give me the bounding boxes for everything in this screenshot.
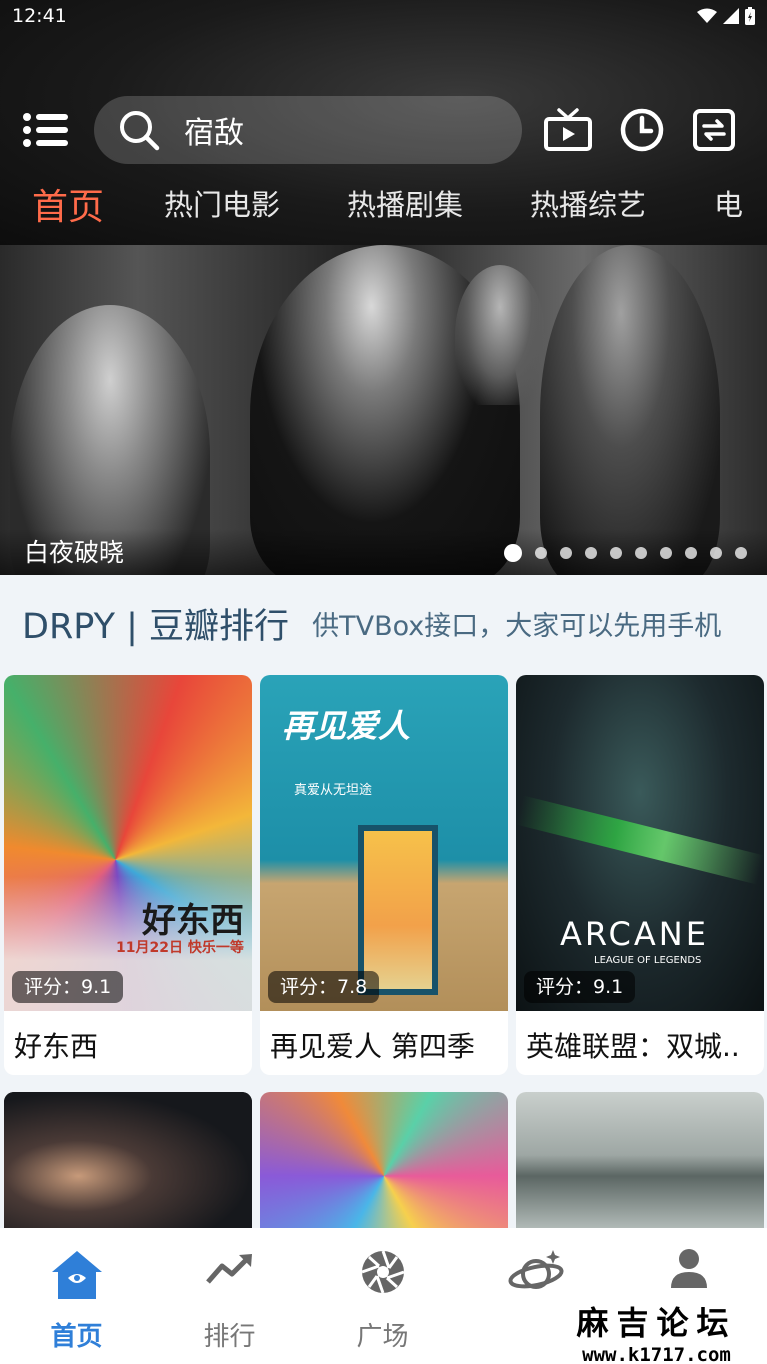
- card-title: 再见爱人 第四季: [270, 1030, 475, 1063]
- poster-image: [516, 1092, 764, 1232]
- banner-figure-bg: [455, 265, 545, 405]
- nav-square[interactable]: 广场: [306, 1228, 459, 1364]
- section-notice: 供TVBox接口，大家可以先用手机: [312, 611, 722, 642]
- movie-card[interactable]: 再见爱人 真爱从无坦途 评分：7.8 再见爱人 第四季: [260, 675, 508, 1075]
- poster-subtitle-text: 真爱从无坦途: [294, 783, 373, 798]
- tab-more[interactable]: 电: [714, 182, 743, 224]
- tab-movies[interactable]: 热门电影: [164, 182, 280, 224]
- carousel-dot[interactable]: [535, 547, 547, 559]
- status-icons: [697, 7, 755, 25]
- poster-image: 好东西 11月22日 快乐一等: [4, 675, 252, 1011]
- carousel-dot[interactable]: [685, 547, 697, 559]
- menu-button[interactable]: [22, 112, 70, 148]
- banner-carousel[interactable]: 白夜破晓: [0, 245, 767, 575]
- poster-image: [260, 1092, 508, 1232]
- clock-icon: [620, 108, 664, 152]
- tv-icon: [544, 108, 592, 151]
- battery-icon: [745, 7, 755, 25]
- carousel-dot[interactable]: [560, 547, 572, 559]
- rating-badge: 评分：7.8: [268, 971, 380, 1003]
- search-bar[interactable]: 宿敌: [94, 96, 522, 164]
- history-button[interactable]: [616, 104, 668, 156]
- search-query[interactable]: 宿敌: [184, 108, 244, 152]
- poster-image: 再见爱人 真爱从无坦途: [260, 675, 508, 1011]
- nav-home[interactable]: 首页: [0, 1228, 153, 1364]
- nav-label: 首页: [50, 1322, 103, 1352]
- tab-series[interactable]: 热播剧集: [347, 182, 463, 224]
- poster-title-text: 好东西: [142, 901, 244, 941]
- movie-card[interactable]: [4, 1092, 252, 1232]
- nav-label: 广场: [356, 1322, 409, 1352]
- status-time: 12:41: [12, 5, 67, 27]
- card-title: 好东西: [14, 1030, 99, 1063]
- top-header: 12:41 宿敌 首页 热门电影 热播剧集 热播综艺 电: [0, 0, 767, 245]
- banner-figure-right: [540, 245, 720, 575]
- carousel-dot[interactable]: [504, 544, 522, 562]
- section-title: DRPY | 豆瓣排行: [22, 607, 290, 647]
- carousel-dot[interactable]: [735, 547, 747, 559]
- poster-image: [4, 1092, 252, 1232]
- carousel-dot[interactable]: [635, 547, 647, 559]
- category-tabs: 首页 热门电影 热播剧集 热播综艺 电: [0, 172, 767, 236]
- live-tv-button[interactable]: [542, 104, 594, 156]
- poster-title-text: 再见爱人: [282, 707, 411, 745]
- swap-icon: [693, 109, 735, 151]
- carousel-dot[interactable]: [610, 547, 622, 559]
- watermark-title: 麻吉论坛: [576, 1304, 737, 1342]
- rating-badge: 评分：9.1: [12, 971, 124, 1003]
- tab-variety[interactable]: 热播综艺: [530, 182, 646, 224]
- banner-title: 白夜破晓: [24, 538, 125, 567]
- rating-badge: 评分：9.1: [524, 971, 636, 1003]
- forum-watermark: 麻吉论坛 www.k1717.com: [546, 1298, 767, 1364]
- search-icon: [120, 111, 160, 151]
- carousel-dot[interactable]: [585, 547, 597, 559]
- poster-title-text: ARCANE: [560, 915, 709, 953]
- nav-label: 排行: [203, 1322, 256, 1352]
- carousel-dot[interactable]: [710, 547, 722, 559]
- planet-icon: [507, 1250, 564, 1289]
- movie-card[interactable]: 好东西 11月22日 快乐一等 评分：9.1 好东西: [4, 675, 252, 1075]
- poster-subtitle-text: 11月22日 快乐一等: [116, 940, 244, 956]
- user-icon: [670, 1249, 707, 1288]
- wifi-icon: [697, 8, 717, 23]
- movie-card[interactable]: [516, 1092, 764, 1232]
- list-menu-icon: [23, 113, 68, 147]
- trending-icon: [205, 1254, 252, 1284]
- movie-card[interactable]: [260, 1092, 508, 1232]
- section-header: DRPY | 豆瓣排行 供TVBox接口，大家可以先用手机: [22, 598, 767, 654]
- switch-source-button[interactable]: [688, 104, 740, 156]
- carousel-dots: [504, 544, 747, 562]
- poster-image: ARCANE LEAGUE OF LEGENDS: [516, 675, 764, 1011]
- carousel-dot[interactable]: [660, 547, 672, 559]
- movie-card[interactable]: ARCANE LEAGUE OF LEGENDS 评分：9.1 英雄联盟：双城.…: [516, 675, 764, 1075]
- signal-icon: [723, 8, 739, 24]
- nav-ranking[interactable]: 排行: [153, 1228, 306, 1364]
- home-icon: [51, 1251, 102, 1299]
- status-bar: 12:41: [0, 0, 767, 32]
- card-title: 英雄联盟：双城..: [526, 1030, 740, 1063]
- watermark-url: www.k1717.com: [582, 1344, 731, 1364]
- tab-home[interactable]: 首页: [32, 178, 104, 230]
- poster-subtitle-text: LEAGUE OF LEGENDS: [594, 955, 702, 966]
- aperture-icon: [361, 1250, 404, 1294]
